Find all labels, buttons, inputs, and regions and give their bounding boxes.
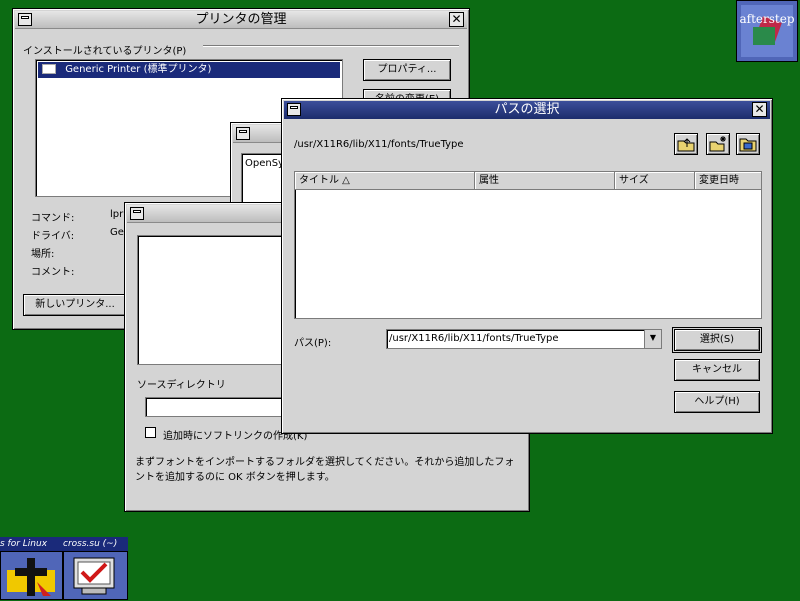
installed-printers-label: インストールされているプリンタ(P) — [23, 46, 187, 57]
app-launcher-button[interactable] — [0, 551, 63, 600]
properties-button[interactable]: プロパティ... — [363, 59, 451, 81]
window-title: プリンタの管理 — [195, 12, 287, 27]
softlink-checkbox[interactable] — [145, 427, 156, 438]
folder-view-icon — [739, 138, 757, 152]
new-printer-button[interactable]: 新しいプリンタ... — [23, 294, 127, 316]
taskbar-item[interactable]: cross.su (~) — [63, 537, 128, 551]
folder-view-button[interactable] — [736, 133, 760, 155]
taskbar-item-label: s for Linux — [0, 539, 48, 549]
new-folder-icon — [709, 136, 726, 152]
small-window-titlebar[interactable] — [233, 125, 287, 143]
source-dir-input[interactable] — [145, 397, 285, 417]
folder-up-icon — [677, 138, 695, 152]
printer-manager-titlebar[interactable]: プリンタの管理 ✕ — [15, 11, 467, 29]
dialog-title: パスの選択 — [494, 102, 560, 117]
taskbar: s for Linux cross.su (~) — [0, 537, 128, 600]
taskbar-item-label: cross.su (~) — [63, 539, 118, 549]
chevron-down-icon[interactable]: ▼ — [644, 330, 661, 348]
path-combo[interactable]: /usr/X11R6/lib/X11/fonts/TrueType ▼ — [386, 329, 662, 349]
window-menu-icon[interactable] — [130, 207, 144, 220]
column-header-attribute[interactable]: 属性 — [475, 172, 615, 190]
checkmark-monitor-icon — [73, 557, 115, 595]
list-item[interactable]: Generic Printer (標準プリンタ) — [38, 62, 340, 78]
folder-tree[interactable] — [137, 235, 297, 365]
file-list[interactable]: タイトル △ 属性 サイズ 変更日時 — [294, 171, 762, 319]
afterstep-logo-icon: afterstep — [739, 5, 795, 57]
cancel-button[interactable]: キャンセル — [674, 359, 760, 381]
path-dialog: パスの選択 ✕ /usr/X11R6/lib/X11/fonts/TrueTyp… — [281, 98, 773, 434]
printer-name: Generic Printer (標準プリンタ) — [65, 64, 212, 75]
command-label: コマンド: — [31, 213, 75, 224]
taskbar-item[interactable]: s for Linux — [0, 537, 63, 551]
driver-label: ドライバ: — [31, 231, 75, 242]
column-header-size[interactable]: サイズ — [615, 172, 695, 190]
instruction-text: まずフォントをインポートするフォルダを選択してください。それから追加したフォント… — [135, 457, 515, 483]
source-dir-label: ソースディレクトリ — [137, 380, 226, 391]
close-icon[interactable]: ✕ — [449, 12, 464, 27]
list-item[interactable]: OpenSy — [245, 158, 284, 169]
location-label: 場所: — [31, 249, 55, 260]
new-folder-button[interactable] — [706, 133, 730, 155]
afterstep-logo[interactable]: afterstep — [736, 0, 798, 62]
column-header-title[interactable]: タイトル △ — [295, 172, 475, 190]
printer-icon — [42, 64, 56, 74]
window-menu-icon[interactable] — [236, 127, 250, 140]
comment-label: コメント: — [31, 267, 75, 278]
logo-text: afterstep — [739, 12, 794, 26]
path-value: /usr/X11R6/lib/X11/fonts/TrueType — [389, 333, 559, 344]
close-icon[interactable]: ✕ — [752, 102, 767, 117]
command-value: lpr — [110, 209, 124, 220]
path-dialog-titlebar[interactable]: パスの選択 ✕ — [284, 101, 770, 119]
current-path: /usr/X11R6/lib/X11/fonts/TrueType — [294, 139, 464, 150]
parent-folder-button[interactable] — [674, 133, 698, 155]
cross-app-icon — [7, 558, 55, 596]
help-button[interactable]: ヘルプ(H) — [674, 391, 760, 413]
path-label: パス(P): — [294, 338, 332, 349]
terminal-button[interactable] — [63, 551, 128, 600]
column-header-modified[interactable]: 変更日時 — [695, 172, 761, 190]
select-button[interactable]: 選択(S) — [672, 327, 762, 353]
